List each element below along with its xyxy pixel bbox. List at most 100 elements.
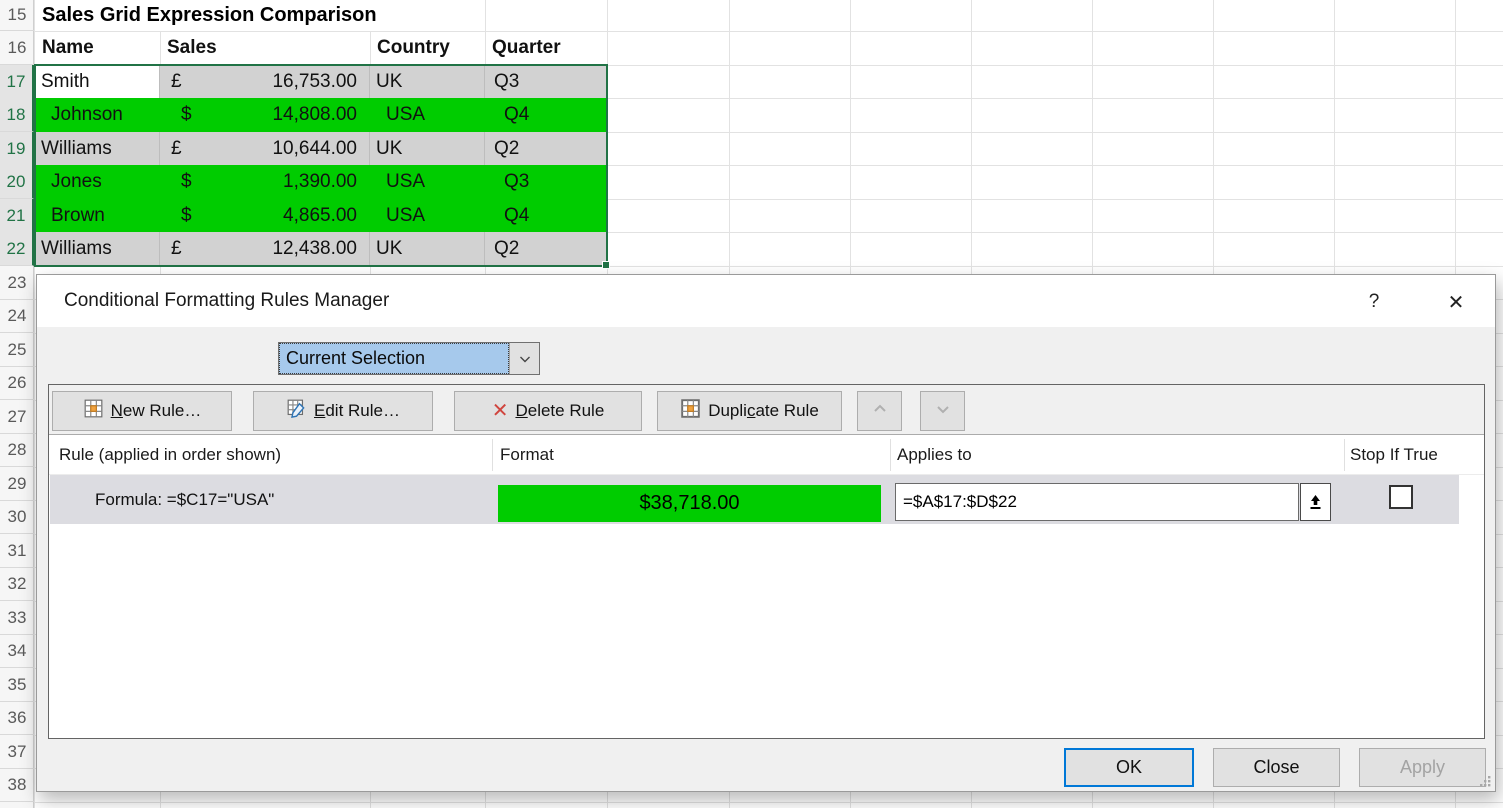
row-header-25[interactable]: 25 (0, 333, 34, 367)
row-header-column: 1516171819202122232425262728293031323334… (0, 0, 34, 808)
cell-country[interactable]: USA (370, 165, 485, 199)
row-header-17[interactable]: 17 (0, 65, 34, 99)
amount-value: 4,865.00 (283, 205, 357, 227)
cell-sales[interactable]: $14,808.00 (160, 98, 370, 132)
collapse-range-picker-icon[interactable] (1300, 483, 1331, 521)
row-header-34[interactable]: 34 (0, 634, 34, 668)
row-header-23[interactable]: 23 (0, 266, 34, 300)
row-header-20[interactable]: 20 (0, 165, 34, 199)
row-header-24[interactable]: 24 (0, 299, 34, 333)
row-header-35[interactable]: 35 (0, 668, 34, 702)
selection-fill-handle[interactable] (602, 261, 610, 269)
row-header-16[interactable]: 16 (0, 31, 34, 65)
row-header-22[interactable]: 22 (0, 232, 34, 266)
scope-dropdown[interactable]: Current Selection (278, 342, 540, 375)
cell-name[interactable]: Johnson (35, 98, 160, 132)
dialog-title: Conditional Formatting Rules Manager (64, 290, 389, 312)
chevron-down-icon[interactable] (509, 343, 539, 374)
rules-list-panel: New Rule… Edit Rule… ✕ Delete Rule D (48, 384, 1485, 739)
gridline (0, 802, 1503, 803)
cell-country[interactable]: UK (370, 232, 485, 266)
move-rule-up-button[interactable] (857, 391, 902, 431)
currency-symbol: $ (181, 205, 192, 227)
cell-quarter[interactable]: Q4 (485, 199, 607, 233)
row-header-30[interactable]: 30 (0, 500, 34, 534)
cell-country[interactable]: UK (370, 65, 485, 99)
row-header-36[interactable]: 36 (0, 701, 34, 735)
cell-country[interactable]: UK (370, 132, 485, 166)
new-rule-button[interactable]: New Rule… (52, 391, 232, 431)
cell-quarter[interactable]: Q2 (485, 232, 607, 266)
currency-symbol: £ (171, 238, 182, 260)
cell-sales[interactable]: $1,390.00 (160, 165, 370, 199)
edit-pencil-icon (286, 399, 307, 423)
gridline (0, 266, 1503, 267)
chevron-up-icon (871, 400, 889, 423)
row-header-15[interactable]: 15 (0, 0, 34, 31)
row-header-18[interactable]: 18 (0, 98, 34, 132)
move-rule-down-button[interactable] (920, 391, 965, 431)
cell-sales[interactable]: $4,865.00 (160, 199, 370, 233)
chevron-down-icon (934, 400, 952, 423)
apply-button-disabled: Apply (1359, 748, 1486, 787)
cell-quarter[interactable]: Q3 (485, 65, 607, 99)
row-header-21[interactable]: 21 (0, 199, 34, 233)
row-header-37[interactable]: 37 (0, 735, 34, 769)
conditional-formatting-rules-manager-dialog: Conditional Formatting Rules Manager ? ✕… (36, 274, 1496, 792)
cell-sales[interactable]: £16,753.00 (160, 65, 370, 99)
button-label: Duplicate Rule (708, 401, 819, 421)
column-header-applies-to: Applies to (897, 435, 972, 474)
rule-description: Formula: =$C17="USA" (95, 475, 274, 524)
amount-value: 14,808.00 (272, 104, 357, 126)
cell-sales[interactable]: £12,438.00 (160, 232, 370, 266)
close-dialog-button[interactable]: ✕ (1439, 287, 1473, 317)
cell-country[interactable]: USA (370, 98, 485, 132)
cell-quarter[interactable]: Q4 (485, 98, 607, 132)
row-header-32[interactable]: 32 (0, 567, 34, 601)
amount-value: 16,753.00 (272, 71, 357, 93)
button-label: Delete Rule (515, 401, 604, 421)
cell-quarter[interactable]: Q3 (485, 165, 607, 199)
red-x-icon: ✕ (492, 401, 509, 421)
format-preview: $38,718.00 (498, 485, 881, 522)
dialog-title-bar[interactable]: Conditional Formatting Rules Manager ? ✕ (37, 275, 1495, 327)
row-header-27[interactable]: 27 (0, 400, 34, 434)
cell-name[interactable]: Williams (35, 232, 160, 266)
scope-dropdown-value: Current Selection (279, 343, 509, 374)
cell-name[interactable]: Smith (35, 65, 160, 99)
column-header-rule: Rule (applied in order shown) (59, 435, 281, 474)
row-header-26[interactable]: 26 (0, 366, 34, 400)
button-label: Edit Rule… (314, 401, 400, 421)
cell-header-sales[interactable]: Sales (161, 31, 370, 64)
rule-row[interactable]: Formula: =$C17="USA" $38,718.00 (50, 475, 1459, 524)
cell-country[interactable]: USA (370, 199, 485, 233)
row-header-29[interactable]: 29 (0, 467, 34, 501)
row-header-31[interactable]: 31 (0, 534, 34, 568)
cell-header-quarter[interactable]: Quarter (486, 31, 607, 64)
close-button[interactable]: Close (1213, 748, 1340, 787)
resize-grip-icon[interactable] (1479, 775, 1492, 793)
row-header-33[interactable]: 33 (0, 601, 34, 635)
currency-symbol: £ (171, 71, 182, 93)
row-header-28[interactable]: 28 (0, 433, 34, 467)
stop-if-true-checkbox[interactable] (1389, 485, 1413, 509)
cell-header-name[interactable]: Name (35, 31, 160, 64)
applies-to-input[interactable] (895, 483, 1299, 521)
duplicate-rule-button[interactable]: Duplicate Rule (657, 391, 842, 431)
cell-header-country[interactable]: Country (371, 31, 485, 64)
ok-button[interactable]: OK (1064, 748, 1194, 787)
cell-name[interactable]: Jones (35, 165, 160, 199)
amount-value: 1,390.00 (283, 171, 357, 193)
header-separator (492, 439, 493, 471)
excel-application: 1516171819202122232425262728293031323334… (0, 0, 1503, 808)
row-header-19[interactable]: 19 (0, 132, 34, 166)
row-header-38[interactable]: 38 (0, 768, 34, 802)
cell-quarter[interactable]: Q2 (485, 132, 607, 166)
edit-rule-button[interactable]: Edit Rule… (253, 391, 433, 431)
delete-rule-button[interactable]: ✕ Delete Rule (454, 391, 642, 431)
cell-name[interactable]: Williams (35, 132, 160, 166)
cell-name[interactable]: Brown (35, 199, 160, 233)
help-button[interactable]: ? (1357, 287, 1391, 317)
cell-sheet-title[interactable]: Sales Grid Expression Comparison (35, 0, 485, 31)
cell-sales[interactable]: £10,644.00 (160, 132, 370, 166)
